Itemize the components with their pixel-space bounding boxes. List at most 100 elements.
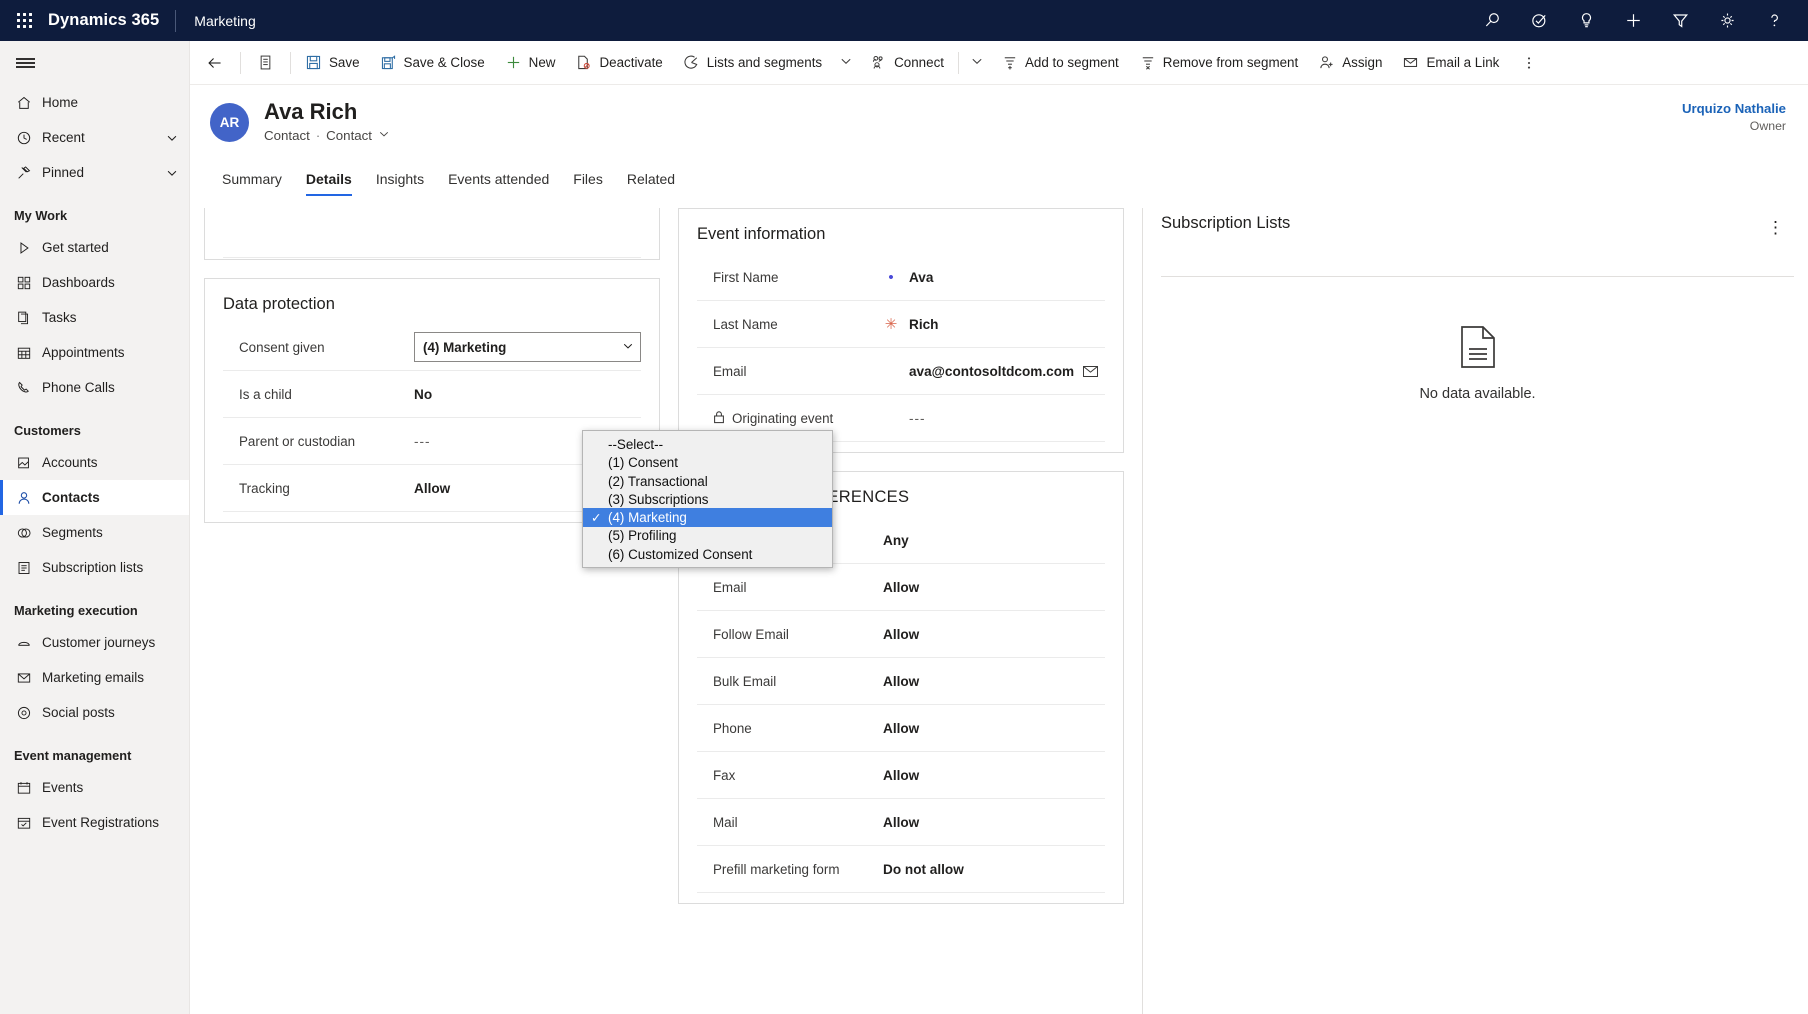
sidebar: Home Recent Pinned [0, 41, 190, 1014]
sidebar-item-contacts[interactable]: Contacts [0, 480, 189, 515]
field-value[interactable]: Do not allow [883, 862, 1105, 877]
overflow-commands-button[interactable] [1509, 41, 1549, 85]
field-value[interactable]: Rich [899, 317, 1105, 332]
dropdown-option-marketing[interactable]: ✓ (4) Marketing [583, 508, 832, 526]
plus-icon[interactable] [1610, 0, 1657, 41]
sidebar-item-customer-journeys[interactable]: Customer journeys [0, 625, 189, 660]
sidebar-item-pinned[interactable]: Pinned [0, 155, 189, 190]
sidebar-item-subscription-lists[interactable]: Subscription lists [0, 550, 189, 585]
save-button[interactable]: Save [295, 41, 370, 85]
dropdown-option-label: (6) Customized Consent [608, 547, 752, 562]
field-follow-email: Follow Email Allow [697, 611, 1105, 658]
back-button[interactable] [194, 41, 236, 85]
sidebar-item-segments[interactable]: Segments [0, 515, 189, 550]
owner-name-link[interactable]: Urquizo Nathalie [1682, 101, 1786, 116]
lightbulb-icon[interactable] [1563, 0, 1610, 41]
help-icon[interactable] [1751, 0, 1798, 41]
sidebar-item-phone-calls[interactable]: Phone Calls [0, 370, 189, 405]
field-value[interactable]: Ava [899, 270, 1105, 285]
dropdown-option-consent[interactable]: (1) Consent [583, 454, 832, 472]
field-value[interactable]: Any [883, 533, 1105, 548]
consent-given-select[interactable]: (4) Marketing [414, 332, 641, 362]
field-phone: Phone Allow [697, 705, 1105, 752]
search-icon[interactable] [1469, 0, 1516, 41]
field-value[interactable]: Allow [883, 815, 1105, 830]
deactivate-icon [575, 54, 592, 71]
app-launcher-button[interactable] [0, 13, 48, 28]
sidebar-group-title: Marketing execution [0, 585, 189, 625]
field-label: Originating event [713, 410, 883, 427]
segment-icon [683, 54, 700, 71]
field-label: Email [713, 364, 883, 379]
dropdown-option-select[interactable]: --Select-- [583, 435, 832, 453]
tab-files[interactable]: Files [561, 171, 615, 196]
check-circle-icon[interactable] [1516, 0, 1563, 41]
chevron-down-icon[interactable] [155, 131, 189, 145]
field-value[interactable]: No [414, 387, 641, 402]
avatar: AR [210, 103, 249, 142]
sidebar-item-label: Tasks [42, 310, 189, 325]
dropdown-option-profiling[interactable]: (5) Profiling [583, 527, 832, 545]
tab-details[interactable]: Details [294, 171, 364, 196]
connect-chevron[interactable] [963, 41, 991, 85]
tab-summary[interactable]: Summary [210, 171, 294, 196]
field-value[interactable]: Allow [883, 627, 1105, 642]
sidebar-item-marketing-emails[interactable]: Marketing emails [0, 660, 189, 695]
subscription-lists-header: Subscription Lists ⋮ [1161, 208, 1794, 242]
sidebar-item-recent[interactable]: Recent [0, 120, 189, 155]
form-selector-button[interactable] [245, 41, 286, 85]
lists-and-segments-button[interactable]: Lists and segments [673, 41, 832, 85]
assign-button[interactable]: Assign [1308, 41, 1392, 85]
field-value[interactable]: Allow [883, 580, 1105, 595]
sidebar-item-get-started[interactable]: Get started [0, 230, 189, 265]
add-to-segment-button[interactable]: Add to segment [991, 41, 1129, 85]
email-icon[interactable] [1082, 364, 1105, 379]
deactivate-button[interactable]: Deactivate [565, 41, 672, 85]
brand-title[interactable]: Dynamics 365 [48, 11, 175, 30]
sidebar-item-tasks[interactable]: Tasks [0, 300, 189, 335]
field-label: Last Name [713, 317, 883, 332]
email-a-link-button[interactable]: Email a Link [1392, 41, 1509, 85]
field-value[interactable]: Allow [883, 674, 1105, 689]
lists-and-segments-chevron[interactable] [832, 41, 860, 85]
add-segment-icon [1001, 54, 1018, 71]
sidebar-item-events[interactable]: Events [0, 770, 189, 805]
sitemap-toggle-button[interactable] [0, 41, 189, 85]
subscription-lists-menu-button[interactable]: ⋮ [1757, 214, 1794, 242]
app-name[interactable]: Marketing [176, 13, 255, 29]
dropdown-option-customized-consent[interactable]: (6) Customized Consent [583, 545, 832, 563]
sidebar-item-event-registrations[interactable]: Event Registrations [0, 805, 189, 840]
subscription-lists-empty-state: No data available. [1161, 277, 1794, 402]
field-value[interactable]: Allow [883, 768, 1105, 783]
sidebar-group-title: Customers [0, 405, 189, 445]
subscription-lists-title: Subscription Lists [1161, 214, 1290, 233]
sidebar-item-dashboards[interactable]: Dashboards [0, 265, 189, 300]
new-button[interactable]: New [495, 41, 566, 85]
chevron-down-icon[interactable] [378, 128, 390, 143]
chevron-down-icon[interactable] [155, 166, 189, 180]
field-label: Tracking [239, 481, 414, 496]
dropdown-option-transactional[interactable]: (2) Transactional [583, 472, 832, 490]
tab-insights[interactable]: Insights [364, 171, 436, 196]
dropdown-option-subscriptions[interactable]: (3) Subscriptions [583, 490, 832, 508]
chevron-down-icon [839, 54, 853, 71]
app-body: Home Recent Pinned [0, 41, 1808, 1014]
tab-events-attended[interactable]: Events attended [436, 171, 561, 196]
sidebar-item-label: Phone Calls [42, 380, 189, 395]
field-value[interactable]: ava@contosoltdcom.com [899, 364, 1082, 379]
consent-given-dropdown-popup[interactable]: --Select-- (1) Consent (2) Transactional… [582, 430, 833, 568]
sidebar-item-social-posts[interactable]: Social posts [0, 695, 189, 730]
filter-icon[interactable] [1657, 0, 1704, 41]
remove-from-segment-button[interactable]: Remove from segment [1129, 41, 1308, 85]
gear-icon[interactable] [1704, 0, 1751, 41]
record-form-label[interactable]: Contact [326, 128, 372, 143]
tab-related[interactable]: Related [615, 171, 687, 196]
sidebar-item-home[interactable]: Home [0, 85, 189, 120]
field-value[interactable]: Allow [883, 721, 1105, 736]
connect-button[interactable]: Connect [860, 41, 954, 85]
sidebar-item-accounts[interactable]: Accounts [0, 445, 189, 480]
owner-role-label: Owner [1682, 119, 1786, 133]
sidebar-item-appointments[interactable]: Appointments [0, 335, 189, 370]
save-and-close-button[interactable]: Save & Close [370, 41, 495, 85]
field-label: Prefill marketing form [713, 862, 883, 877]
